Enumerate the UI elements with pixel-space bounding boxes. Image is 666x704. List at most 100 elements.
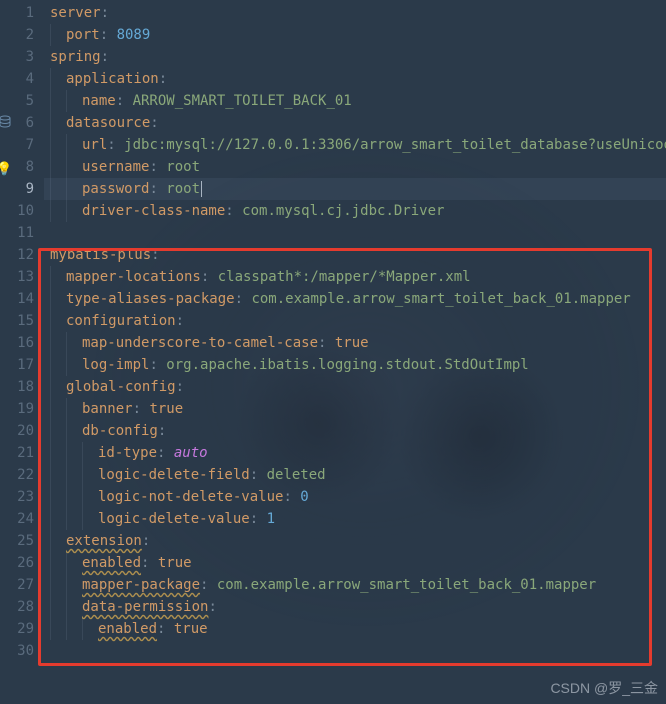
line-number: 23 [0,486,34,508]
code-token: extension [66,533,142,549]
code-line[interactable]: map-underscore-to-camel-case: true [44,332,666,354]
code-token: mapper-package [82,577,200,593]
line-number: 17 [0,354,34,376]
code-line[interactable]: driver-class-name: com.mysql.cj.jdbc.Dri… [44,200,666,222]
code-token: mybatis-plus [50,247,151,263]
line-number: 21 [0,442,34,464]
code-token: : [101,49,109,65]
line-number: 26 [0,552,34,574]
code-token: type-aliases-package [66,291,235,307]
code-token: true [149,401,183,417]
line-number: 30 [0,640,34,662]
code-area[interactable]: server:port: 8089spring:application:name… [44,0,666,704]
code-line[interactable]: extension: [44,530,666,552]
code-token: : [107,137,124,153]
code-line[interactable]: datasource: [44,112,666,134]
code-line[interactable]: server: [44,2,666,24]
code-token: root [166,159,200,175]
code-token: true [335,335,369,351]
code-token: : [283,489,300,505]
code-token: 0 [300,489,308,505]
code-line[interactable]: username: root [44,156,666,178]
code-token: : [151,247,159,263]
code-line[interactable] [44,222,666,244]
code-token: spring [50,49,101,65]
code-token: : [200,577,217,593]
code-editor[interactable]: 12345678💡9101112131415161718192021222324… [0,0,666,704]
code-token: application [66,71,159,87]
code-token: jdbc:mysql://127.0.0.1:3306/arrow_smart_… [124,137,666,153]
code-token: : [157,445,174,461]
code-token: : [157,621,174,637]
code-token: : [149,159,166,175]
code-line[interactable]: url: jdbc:mysql://127.0.0.1:3306/arrow_s… [44,134,666,156]
line-number: 13 [0,266,34,288]
code-token: driver-class-name [82,203,225,219]
code-token: : [150,115,158,131]
code-line[interactable] [44,640,666,662]
code-token: db-config [82,423,158,439]
code-line[interactable]: db-config: [44,420,666,442]
code-token: : [133,401,150,417]
code-line[interactable]: type-aliases-package: com.example.arrow_… [44,288,666,310]
code-line[interactable]: logic-not-delete-value: 0 [44,486,666,508]
code-token: : [250,511,267,527]
code-token: : [235,291,252,307]
line-number: 9 [0,178,34,200]
code-line[interactable]: id-type: auto [44,442,666,464]
line-number: 7 [0,134,34,156]
code-line[interactable]: configuration: [44,310,666,332]
code-token: : [225,203,242,219]
code-token: server [50,5,101,21]
code-line[interactable]: banner: true [44,398,666,420]
code-token: password [82,181,149,197]
code-token: : [141,555,158,571]
line-number: 19 [0,398,34,420]
code-line[interactable]: port: 8089 [44,24,666,46]
code-token: id-type [98,445,157,461]
code-token: com.mysql.cj.jdbc.Driver [242,203,444,219]
lightbulb-icon[interactable]: 💡 [0,158,12,174]
code-line[interactable]: logic-delete-value: 1 [44,508,666,530]
code-line[interactable]: spring: [44,46,666,68]
code-token: true [174,621,208,637]
code-line[interactable]: password: root [44,178,666,200]
code-line[interactable]: global-config: [44,376,666,398]
code-token: 1 [267,511,275,527]
code-token: username [82,159,149,175]
code-line[interactable]: name: ARROW_SMART_TOILET_BACK_01 [44,90,666,112]
line-number: 24 [0,508,34,530]
line-number: 11 [0,222,34,244]
code-token: data-permission [82,599,208,615]
code-token: ARROW_SMART_TOILET_BACK_01 [133,93,352,109]
code-token: enabled [82,555,141,571]
code-token: mapper-locations [66,269,201,285]
code-line[interactable]: logic-delete-field: deleted [44,464,666,486]
code-token: banner [82,401,133,417]
watermark: CSDN @罗_三金 [550,678,658,698]
code-token: enabled [98,621,157,637]
code-token: org.apache.ibatis.logging.stdout.StdOutI… [166,357,528,373]
code-line[interactable]: enabled: true [44,552,666,574]
line-number: 25 [0,530,34,552]
line-number: 4 [0,68,34,90]
code-token: datasource [66,115,150,131]
line-number: 14 [0,288,34,310]
code-token: auto [174,445,208,461]
code-line[interactable]: mybatis-plus: [44,244,666,266]
code-line[interactable]: enabled: true [44,618,666,640]
code-token: : [176,379,184,395]
line-number: 6 [0,112,34,134]
code-line[interactable]: mapper-package: com.example.arrow_smart_… [44,574,666,596]
code-line[interactable]: application: [44,68,666,90]
code-token: deleted [267,467,326,483]
line-number: 22 [0,464,34,486]
code-token: classpath*:/mapper/*Mapper.xml [218,269,471,285]
line-number-gutter: 12345678💡9101112131415161718192021222324… [0,0,44,704]
line-number: 16 [0,332,34,354]
line-number: 3 [0,46,34,68]
code-token: com.example.arrow_smart_toilet_back_01.m… [251,291,630,307]
code-line[interactable]: data-permission: [44,596,666,618]
code-line[interactable]: mapper-locations: classpath*:/mapper/*Ma… [44,266,666,288]
code-line[interactable]: log-impl: org.apache.ibatis.logging.stdo… [44,354,666,376]
